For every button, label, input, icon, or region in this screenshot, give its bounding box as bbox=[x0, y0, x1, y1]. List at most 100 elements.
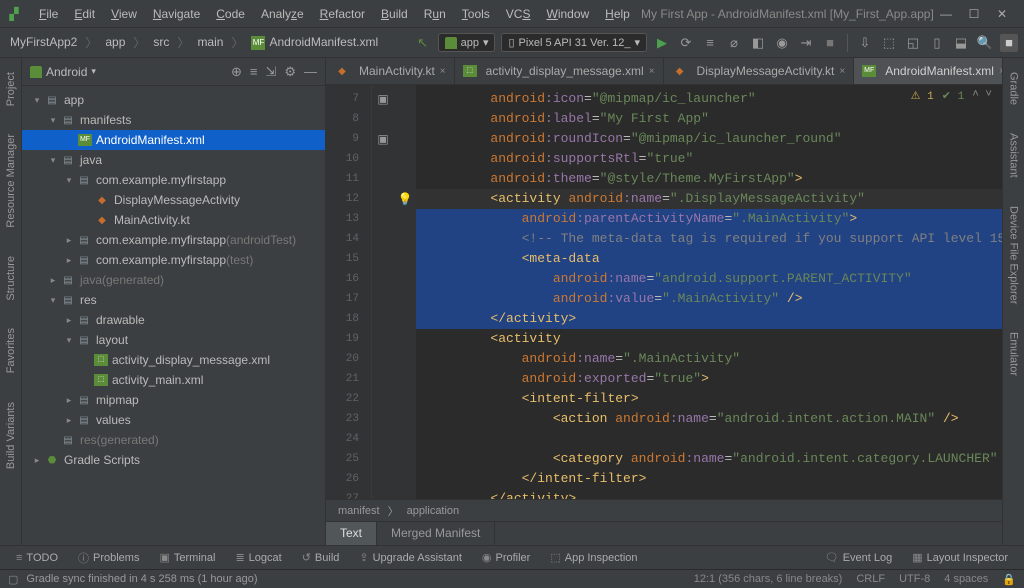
main-menu: File Edit View Navigate Code Analyze Ref… bbox=[32, 4, 637, 24]
menu-analyze[interactable]: Analyze bbox=[254, 4, 311, 24]
maximize-button[interactable]: ☐ bbox=[966, 7, 982, 21]
crumb-app[interactable]: app bbox=[101, 33, 129, 51]
status-message: Gradle sync finished in 4 s 258 ms (1 ho… bbox=[26, 573, 257, 585]
phone-icon: ▯ bbox=[508, 36, 514, 49]
apply-changes-icon[interactable]: ⟳ bbox=[677, 34, 695, 52]
tool-terminal[interactable]: ▣Terminal bbox=[151, 548, 223, 567]
inspection-summary[interactable]: ⚠ 1 ✔ 1 ˄ ˅ bbox=[911, 89, 992, 103]
attach-debugger-icon[interactable]: ⇥ bbox=[797, 34, 815, 52]
coverage-icon[interactable]: ◧ bbox=[749, 34, 767, 52]
search-everywhere-icon[interactable]: 🔍 bbox=[976, 34, 994, 52]
status-hide-icon[interactable]: ▢ bbox=[8, 573, 18, 586]
breadcrumb: MyFirstApp2 〉 app 〉 src 〉 main 〉 MFAndro… bbox=[6, 33, 414, 52]
run-configuration-select[interactable]: app▾ bbox=[438, 33, 496, 52]
tab-main-activity[interactable]: ◆MainActivity.kt× bbox=[326, 58, 455, 84]
left-tab-resource-manager[interactable]: Resource Manager bbox=[3, 130, 19, 232]
crumb-file[interactable]: MFAndroidManifest.xml bbox=[247, 33, 382, 52]
menu-build[interactable]: Build bbox=[374, 4, 415, 24]
vcs-update-icon[interactable]: ⇩ bbox=[856, 34, 874, 52]
right-tab-device-file-explorer[interactable]: Device File Explorer bbox=[1006, 202, 1022, 308]
expand-all-icon[interactable]: ⇲ bbox=[265, 64, 276, 80]
apply-code-changes-icon[interactable]: ≡ bbox=[701, 34, 719, 52]
status-lock-icon[interactable]: 🔒 bbox=[1002, 573, 1016, 586]
sdk-manager-icon[interactable]: ⬓ bbox=[952, 34, 970, 52]
status-caret[interactable]: 12:1 (356 chars, 6 line breaks) bbox=[694, 573, 843, 586]
tool-app-inspection[interactable]: ⬚App Inspection bbox=[542, 548, 645, 567]
menu-window[interactable]: Window bbox=[539, 4, 596, 24]
settings-gear-icon[interactable]: ⚙ bbox=[284, 64, 296, 80]
menu-tools[interactable]: Tools bbox=[455, 4, 497, 24]
status-indent[interactable]: 4 spaces bbox=[944, 573, 988, 586]
menu-code[interactable]: Code bbox=[209, 4, 252, 24]
tool-todo[interactable]: ≡TODO bbox=[8, 549, 66, 567]
right-tab-gradle[interactable]: Gradle bbox=[1006, 68, 1022, 109]
tool-problems[interactable]: ⓘProblems bbox=[70, 547, 147, 569]
menu-view[interactable]: View bbox=[104, 4, 144, 24]
tool-profiler[interactable]: ◉Profiler bbox=[474, 548, 538, 567]
menu-vcs[interactable]: VCS bbox=[499, 4, 538, 24]
avd-manager-icon[interactable]: ▯ bbox=[928, 34, 946, 52]
tab-display-message-activity[interactable]: ◆DisplayMessageActivity.kt× bbox=[664, 58, 855, 84]
left-tab-structure[interactable]: Structure bbox=[3, 252, 19, 305]
stop-icon[interactable]: ■ bbox=[821, 34, 839, 52]
editor: ◆MainActivity.kt× ⬚activity_display_mess… bbox=[326, 58, 1002, 545]
tab-activity-display-message[interactable]: ⬚activity_display_message.xml× bbox=[455, 58, 664, 84]
account-icon[interactable]: ■ bbox=[1000, 34, 1018, 52]
tab-android-manifest[interactable]: MFAndroidManifest.xml× bbox=[854, 58, 1014, 84]
tool-build[interactable]: ↺Build bbox=[294, 548, 348, 567]
view-tab-merged-manifest[interactable]: Merged Manifest bbox=[377, 522, 495, 545]
status-line-sep[interactable]: CRLF bbox=[856, 573, 885, 586]
image-icon[interactable]: ▣ bbox=[377, 132, 388, 147]
editor-tabs: ◆MainActivity.kt× ⬚activity_display_mess… bbox=[326, 58, 1002, 85]
intention-bulb-icon[interactable]: 💡 bbox=[398, 192, 413, 207]
left-tab-build-variants[interactable]: Build Variants bbox=[3, 398, 19, 473]
crumb-src[interactable]: src bbox=[149, 33, 173, 51]
device-select[interactable]: ▯ Pixel 5 API 31 Ver. 12_▾ bbox=[501, 33, 647, 52]
project-view-select[interactable]: Android ▾ bbox=[30, 65, 231, 79]
gutter-icons: ▣ ▣ bbox=[372, 85, 394, 499]
crumb-main[interactable]: main bbox=[193, 33, 227, 51]
profile-icon[interactable]: ◉ bbox=[773, 34, 791, 52]
left-tab-favorites[interactable]: Favorites bbox=[3, 324, 19, 377]
tool-event-log[interactable]: 🗨Event Log bbox=[817, 548, 901, 567]
menu-run[interactable]: Run bbox=[417, 4, 453, 24]
tool-layout-inspector[interactable]: ▦Layout Inspector bbox=[904, 548, 1016, 567]
tool-logcat[interactable]: ≣Logcat bbox=[227, 548, 289, 567]
menu-file[interactable]: File bbox=[32, 4, 65, 24]
debug-icon[interactable]: ⌀ bbox=[725, 34, 743, 52]
close-icon[interactable]: × bbox=[839, 66, 845, 77]
bottom-tool-strip: ≡TODO ⓘProblems ▣Terminal ≣Logcat ↺Build… bbox=[0, 545, 1024, 569]
make-project-icon[interactable]: ↖ bbox=[414, 34, 432, 52]
tool-upgrade-assistant[interactable]: ⇪Upgrade Assistant bbox=[351, 548, 470, 567]
right-tab-emulator[interactable]: Emulator bbox=[1006, 328, 1022, 380]
menu-edit[interactable]: Edit bbox=[67, 4, 102, 24]
close-icon[interactable]: × bbox=[649, 66, 655, 77]
menu-navigate[interactable]: Navigate bbox=[146, 4, 207, 24]
project-tree[interactable]: ▾▤app ▾▤manifests MFAndroidManifest.xml … bbox=[22, 86, 325, 545]
minimize-button[interactable]: — bbox=[938, 7, 954, 21]
code-editor[interactable]: 789101112131415161718192021222324252627 … bbox=[326, 85, 1002, 499]
nav-toolbar: MyFirstApp2 〉 app 〉 src 〉 main 〉 MFAndro… bbox=[0, 28, 1024, 58]
line-gutter: 789101112131415161718192021222324252627 bbox=[326, 85, 372, 499]
image-icon[interactable]: ▣ bbox=[377, 92, 388, 107]
left-tab-project[interactable]: Project bbox=[3, 68, 19, 110]
tree-file-manifest[interactable]: MFAndroidManifest.xml bbox=[22, 130, 325, 150]
hide-panel-icon[interactable]: — bbox=[304, 64, 317, 80]
status-encoding[interactable]: UTF-8 bbox=[899, 573, 930, 586]
close-icon[interactable]: × bbox=[440, 66, 446, 77]
menu-refactor[interactable]: Refactor bbox=[313, 4, 372, 24]
status-bar: ▢ Gradle sync finished in 4 s 258 ms (1 … bbox=[0, 569, 1024, 588]
android-icon bbox=[445, 37, 457, 49]
menu-help[interactable]: Help bbox=[598, 4, 637, 24]
close-button[interactable]: ✕ bbox=[994, 7, 1010, 21]
crumb-project[interactable]: MyFirstApp2 bbox=[6, 33, 81, 51]
view-tab-text[interactable]: Text bbox=[326, 522, 377, 545]
select-opened-file-icon[interactable]: ⊕ bbox=[231, 64, 242, 80]
title-bar: ▞ File Edit View Navigate Code Analyze R… bbox=[0, 0, 1024, 28]
vcs-push-icon[interactable]: ◱ bbox=[904, 34, 922, 52]
vcs-commit-icon[interactable]: ⬚ bbox=[880, 34, 898, 52]
run-button[interactable]: ▶ bbox=[653, 34, 671, 52]
right-tab-assistant[interactable]: Assistant bbox=[1006, 129, 1022, 182]
collapse-all-icon[interactable]: ≡ bbox=[250, 64, 258, 80]
code-breadcrumb[interactable]: manifest〉application bbox=[326, 499, 1002, 521]
